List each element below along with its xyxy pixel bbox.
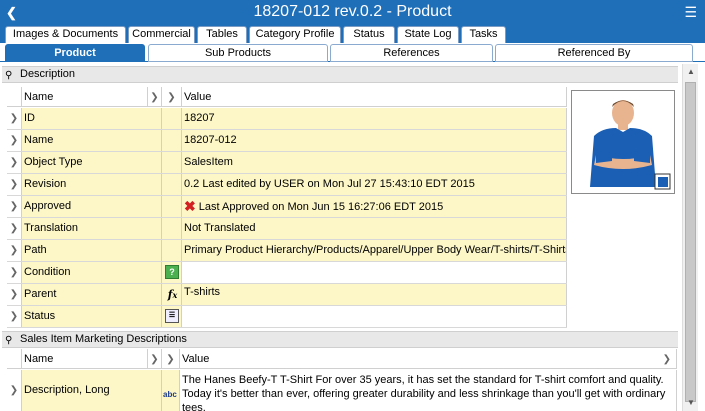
- column-header-value[interactable]: Value ❯: [180, 349, 677, 368]
- field-value-long-description[interactable]: The Hanes Beefy-T T-Shirt For over 35 ye…: [180, 370, 677, 411]
- table-row[interactable]: ❯ Parent fx T-shirts: [7, 284, 567, 306]
- field-value[interactable]: T-shirts: [182, 284, 567, 305]
- fx-icon[interactable]: fx: [162, 284, 182, 305]
- table-row[interactable]: ❯ ID 18207: [7, 108, 567, 130]
- chevron-right-icon[interactable]: ❯: [663, 349, 671, 368]
- field-label: Path: [22, 240, 162, 261]
- section-title: Description: [20, 68, 76, 80]
- table-row[interactable]: ❯ Translation Not Translated: [7, 218, 567, 240]
- column-header-name[interactable]: Name: [22, 349, 162, 368]
- table-row[interactable]: ❯ Revision 0.2 Last edited by USER on Mo…: [7, 174, 567, 196]
- field-value[interactable]: [182, 306, 567, 327]
- table-row[interactable]: ❯ Object Type SalesItem: [7, 152, 567, 174]
- marketing-table-header: Name ❯ ❯ Value ❯: [7, 349, 677, 369]
- field-value[interactable]: 18207-012: [182, 130, 567, 151]
- tab-referenced-by[interactable]: Referenced By: [495, 44, 693, 62]
- list-icon[interactable]: ☰: [165, 309, 179, 323]
- tab-tasks[interactable]: Tasks: [461, 26, 506, 43]
- red-x-icon: ✖: [184, 198, 196, 214]
- chevron-right-icon[interactable]: ❯: [7, 284, 22, 305]
- tab-status[interactable]: Status: [343, 26, 395, 43]
- tab-product[interactable]: Product: [5, 44, 145, 62]
- chevron-right-icon[interactable]: ❯: [162, 87, 182, 106]
- chevron-right-icon[interactable]: ❯: [7, 262, 22, 283]
- pin-icon[interactable]: ⚲: [5, 68, 12, 83]
- chevron-right-icon[interactable]: ❯: [7, 306, 22, 327]
- field-label: Translation: [22, 218, 162, 239]
- table-row[interactable]: ❯ Condition ?: [7, 262, 567, 284]
- tab-sub-products[interactable]: Sub Products: [148, 44, 328, 62]
- chevron-right-icon[interactable]: ❯: [7, 240, 22, 261]
- field-label: Condition: [22, 262, 162, 283]
- chevron-right-icon[interactable]: ❯: [147, 87, 162, 106]
- pin-icon[interactable]: ☰: [684, 4, 697, 21]
- chevron-right-icon[interactable]: ❯: [7, 196, 22, 217]
- field-value: Last Approved on Mon Jun 15 16:27:06 EDT…: [198, 201, 444, 213]
- chevron-right-icon[interactable]: ❯: [7, 108, 22, 129]
- title-bar: ❮ 18207-012 rev.0.2 - Product ☰: [0, 0, 705, 25]
- field-label: Parent: [22, 284, 162, 305]
- chevron-right-icon[interactable]: ❯: [7, 218, 22, 239]
- pin-icon[interactable]: ⚲: [5, 333, 12, 348]
- table-row[interactable]: ❯ Approved ✖ Last Approved on Mon Jun 15…: [7, 196, 567, 218]
- tab-references[interactable]: References: [330, 44, 493, 62]
- column-header-value[interactable]: Value: [182, 87, 567, 106]
- field-label: Object Type: [22, 152, 162, 173]
- tab-tables[interactable]: Tables: [197, 26, 247, 43]
- product-image[interactable]: [571, 90, 675, 194]
- field-label: Approved: [22, 196, 162, 217]
- section-title: Sales Item Marketing Descriptions: [20, 333, 187, 345]
- green-question-icon[interactable]: ?: [165, 265, 179, 279]
- table-row[interactable]: ❯ Name 18207-012: [7, 130, 567, 152]
- field-value[interactable]: [182, 262, 567, 283]
- description-table-header: Name ❯ ❯ Value: [7, 87, 567, 107]
- tab-category-profile[interactable]: Category Profile: [249, 26, 341, 43]
- chevron-right-icon[interactable]: ❯: [7, 130, 22, 151]
- field-label: Description, Long: [22, 370, 162, 411]
- product-photo-tshirt-model: [572, 91, 674, 193]
- chevron-right-icon[interactable]: ❯: [147, 349, 162, 368]
- scroll-up-arrow[interactable]: ▲: [683, 64, 699, 80]
- field-label: Status: [22, 306, 162, 327]
- field-value[interactable]: 0.2 Last edited by USER on Mon Jul 27 15…: [182, 174, 567, 195]
- chevron-right-icon[interactable]: ❯: [7, 370, 22, 411]
- chevron-right-icon[interactable]: ❯: [162, 349, 180, 368]
- field-label: Revision: [22, 174, 162, 195]
- field-value[interactable]: Not Translated: [182, 218, 567, 239]
- tab-commercial[interactable]: Commercial: [128, 26, 195, 43]
- column-header-name[interactable]: Name: [22, 87, 162, 106]
- field-label: ID: [22, 108, 162, 129]
- table-row[interactable]: ❯ Path Primary Product Hierarchy/Product…: [7, 240, 567, 262]
- tab-state-log[interactable]: State Log: [397, 26, 459, 43]
- field-value[interactable]: SalesItem: [182, 152, 567, 173]
- description-section-header[interactable]: ⚲ Description: [2, 66, 678, 83]
- field-label: Name: [22, 130, 162, 151]
- field-value[interactable]: 18207: [182, 108, 567, 129]
- abc-icon[interactable]: abc: [163, 384, 177, 405]
- scroll-down-arrow[interactable]: ▼: [683, 395, 699, 411]
- field-value[interactable]: Primary Product Hierarchy/Products/Appar…: [182, 240, 567, 261]
- table-row[interactable]: ❯ Status ☰: [7, 306, 567, 328]
- field-value-approved[interactable]: ✖ Last Approved on Mon Jun 15 16:27:06 E…: [182, 196, 567, 217]
- window-title: 18207-012 rev.0.2 - Product: [253, 3, 452, 20]
- marketing-section-header[interactable]: ⚲ Sales Item Marketing Descriptions: [2, 331, 678, 348]
- chevron-right-icon[interactable]: ❯: [7, 174, 22, 195]
- vertical-scrollbar[interactable]: ▲ ▼: [682, 64, 698, 411]
- tab-images-documents[interactable]: Images & Documents: [5, 26, 126, 43]
- table-row[interactable]: ❯ Description, Long abc The Hanes Beefy-…: [7, 370, 677, 411]
- chevron-right-icon[interactable]: ❯: [7, 152, 22, 173]
- scroll-thumb[interactable]: [685, 82, 696, 402]
